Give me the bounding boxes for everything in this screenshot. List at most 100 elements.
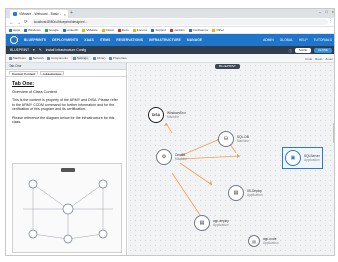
app-header: BLUEPRINTS DEPLOYMENTS XAAS ITEMS RESERV… xyxy=(6,34,334,46)
network-icon xyxy=(28,56,32,60)
node-app-node[interactable]: ▤ app-node Application xyxy=(248,235,279,247)
node-app-deploy[interactable]: ▤ app-deploy Application xyxy=(194,215,229,231)
node-type: Application xyxy=(263,241,279,245)
node-type: Application xyxy=(213,223,229,227)
panel-body: Tab One: Overview of Class Content This … xyxy=(6,77,126,133)
tutorials-menu[interactable]: TUTORIALS xyxy=(314,38,332,42)
database-icon: ⛁ xyxy=(218,131,234,147)
node-sqlserver-selected[interactable]: ▣ SQLServer Application xyxy=(282,147,323,169)
google-icon xyxy=(44,28,48,32)
tool-properties[interactable]: Properties xyxy=(108,56,127,60)
nav-manage[interactable]: MANAGE xyxy=(187,38,202,42)
save-button[interactable]: SAVE xyxy=(295,47,311,53)
tab-custom-content[interactable]: Custom Content xyxy=(9,71,39,76)
docs-icon xyxy=(117,28,121,32)
node-type: Application xyxy=(304,158,320,162)
application-icon: ▤ xyxy=(248,235,260,247)
nav-items[interactable]: ITEMS xyxy=(100,38,111,42)
node-windowssrvr[interactable]: DISA WindowsSrvr Machine xyxy=(148,107,186,123)
bookmark[interactable]: Jenkins xyxy=(170,28,185,32)
bookmark[interactable]: LinkedIn xyxy=(62,28,78,32)
address-bar: ← → ⟳ localhost:8080/ui/blueprint/design… xyxy=(6,18,334,27)
content-heading: Tab One: xyxy=(12,81,35,87)
undo-button[interactable]: Undo xyxy=(305,57,312,61)
redo-button[interactable]: Redo xyxy=(315,57,322,61)
node-iis-deploy[interactable]: ▤ IIS-Deploy Application xyxy=(228,185,263,201)
bookmark[interactable]: Support xyxy=(151,28,166,32)
nav-deployments[interactable]: DEPLOYMENTS xyxy=(52,38,78,42)
content-paragraph: This is the content is property of the A… xyxy=(12,98,118,112)
close-window-icon[interactable]: × xyxy=(332,9,334,14)
bookmark[interactable]: Apps xyxy=(9,28,20,32)
node-sqlserver[interactable]: ▣ SQLServer Application xyxy=(285,150,320,166)
back-icon[interactable]: ← xyxy=(9,20,14,25)
blueprint-label: BLUEPRINT xyxy=(10,48,30,52)
nav-reservations[interactable]: RESERVATIONS xyxy=(116,38,143,42)
machine-icon xyxy=(9,56,12,60)
left-panel: Tab One Custom Content Infrastructure Ta… xyxy=(6,63,127,255)
bookmark[interactable]: Forums xyxy=(132,28,147,32)
library-icon xyxy=(92,56,96,60)
machine-icon: ⚙ xyxy=(156,149,172,165)
tab-infrastructure[interactable]: Infrastructure xyxy=(40,71,65,76)
tool-machines[interactable]: Machines xyxy=(9,56,26,60)
confluence-icon xyxy=(188,28,192,32)
content-subheading: Overview of Class Content xyxy=(12,90,57,94)
chevron-down-icon[interactable]: ▾ xyxy=(33,48,35,52)
close-tab-icon[interactable]: × xyxy=(64,12,68,17)
edit-icon[interactable]: ✎ xyxy=(39,48,42,52)
bookmark[interactable]: Windows xyxy=(24,28,41,32)
nav-xaas[interactable]: XAAS xyxy=(84,38,94,42)
folder-icon xyxy=(212,28,216,32)
node-sql-db[interactable]: ⛁ SQL-DB Machine xyxy=(218,131,249,147)
design-canvas[interactable]: BLUEPRINT DISA WindowsSrvr Machine ⚙ Cen… xyxy=(128,63,334,255)
vmware-logo-icon[interactable] xyxy=(10,36,18,44)
application-icon: ▤ xyxy=(194,215,210,231)
tool-components[interactable]: Components xyxy=(46,56,68,60)
close-button[interactable]: CLOSE xyxy=(313,47,332,53)
jenkins-icon xyxy=(170,28,174,32)
diagram-graphic xyxy=(23,168,113,244)
minimize-icon[interactable]: – xyxy=(319,9,321,14)
node-cent69[interactable]: ⚙ Cent69 Machine xyxy=(156,149,187,165)
bookmark[interactable]: Cloud xyxy=(101,28,114,32)
reload-icon[interactable]: ⟳ xyxy=(24,19,28,25)
global-menu[interactable]: GLOBAL xyxy=(280,38,293,42)
bookmark[interactable]: VMware xyxy=(82,28,98,32)
toolbar-right: Undo Redo Zoom xyxy=(305,54,333,63)
app-nav: BLUEPRINTS DEPLOYMENTS XAAS ITEMS RESERV… xyxy=(24,38,202,42)
tool-network[interactable]: Network xyxy=(28,56,44,60)
zoom-button[interactable]: Zoom xyxy=(325,57,333,61)
browser-tab[interactable]: VMware - Webcast - Basic - × xyxy=(10,10,68,18)
panel-title: Tab One xyxy=(6,63,126,70)
folder-icon xyxy=(132,28,136,32)
info-icon[interactable]: ⓘ xyxy=(289,48,292,53)
new-tab-button[interactable]: + xyxy=(70,10,73,16)
machine-icon: DISA xyxy=(148,107,164,123)
support-icon xyxy=(151,28,155,32)
vmware-favicon-icon xyxy=(13,12,17,16)
folder-icon xyxy=(101,28,105,32)
menu-icon[interactable]: ⋮ xyxy=(328,18,333,24)
bookmarks-bar: Apps Windows Google LinkedIn VMware Clou… xyxy=(6,27,334,34)
help-menu[interactable]: HELP xyxy=(299,38,308,42)
forward-icon[interactable]: → xyxy=(17,20,22,25)
bookmark[interactable]: Confluence xyxy=(188,28,208,32)
tool-library[interactable]: Library xyxy=(92,56,106,60)
application-icon: ▣ xyxy=(285,150,301,166)
url-field[interactable]: localhost:8080/ui/blueprint/designer/... xyxy=(30,19,328,25)
admin-menu[interactable]: ADMIN xyxy=(263,38,274,42)
tool-settings[interactable]: Settings xyxy=(70,56,90,60)
maximize-icon[interactable]: □ xyxy=(325,9,327,14)
header-right: ADMIN GLOBAL HELP TUTORIALS xyxy=(263,34,332,46)
bookmark[interactable]: Docs xyxy=(117,28,129,32)
bookmark[interactable]: Other xyxy=(212,28,224,32)
tab-title: VMware - Webcast - Basic - xyxy=(19,12,61,16)
application-icon: ▤ xyxy=(228,185,244,201)
nav-blueprints[interactable]: BLUEPRINTS xyxy=(24,38,46,42)
settings-icon xyxy=(72,56,76,60)
infrastructure-diagram xyxy=(12,163,122,253)
bookmark[interactable]: Google xyxy=(44,28,59,32)
nav-infrastructure[interactable]: INFRASTRUCTURE xyxy=(149,38,181,42)
canvas-scrollbar[interactable] xyxy=(333,123,334,143)
